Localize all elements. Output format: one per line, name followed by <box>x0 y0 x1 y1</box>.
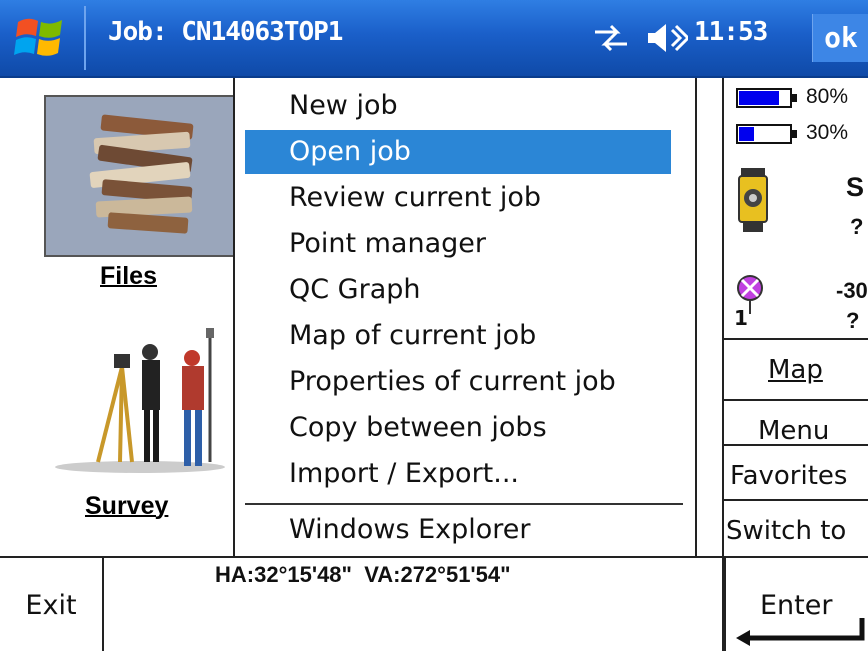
battery-2-level: 30% <box>806 121 849 144</box>
windows-start-icon[interactable] <box>14 14 66 62</box>
menu-item-label: Copy between jobs <box>289 412 547 443</box>
battery-2-icon[interactable] <box>736 124 798 144</box>
menu-item-label: New job <box>289 90 398 121</box>
survey-label[interactable]: Survey <box>85 492 168 521</box>
menu-item-label: Point manager <box>289 228 486 259</box>
files-tile[interactable] <box>44 95 236 257</box>
instrument-status-value: ? <box>850 214 864 239</box>
angle-readout: HA:32°15'48" VA:272°51'54" <box>215 562 511 587</box>
menu-item-label: Import / Export... <box>289 458 520 489</box>
map-button[interactable]: Map <box>724 338 868 399</box>
exit-button[interactable]: Exit <box>0 558 104 651</box>
menu-button-label: Menu <box>758 416 830 446</box>
menu-item-properties-of-current-job[interactable]: Properties of current job <box>245 360 671 404</box>
files-stack-icon <box>89 114 194 234</box>
menu-item-label: Review current job <box>289 182 542 213</box>
gps-value: -30 <box>836 278 868 303</box>
files-label[interactable]: Files <box>100 262 157 291</box>
satellite-count: 1 <box>734 306 748 330</box>
enter-button-label: Enter <box>760 590 833 621</box>
menu-item-import-export[interactable]: Import / Export... <box>245 452 671 496</box>
map-button-label: Map <box>768 355 823 385</box>
favorites-button[interactable]: Favorites <box>724 444 868 505</box>
menu-item-map-of-current-job[interactable]: Map of current job <box>245 314 671 358</box>
gps-sub-value: ? <box>846 308 860 333</box>
favorites-button-label: Favorites <box>730 461 848 491</box>
ok-button[interactable]: ok <box>812 14 868 62</box>
menu-item-point-manager[interactable]: Point manager <box>245 222 671 266</box>
total-station-icon[interactable] <box>735 164 771 236</box>
enter-return-icon <box>736 618 865 646</box>
menu-item-label: Open job <box>289 136 411 167</box>
menu-item-windows-explorer[interactable]: Windows Explorer <box>245 508 671 552</box>
menu-item-label: Map of current job <box>289 320 537 351</box>
connectivity-icon[interactable] <box>591 24 631 52</box>
menu-item-label: Properties of current job <box>289 366 616 397</box>
menu-item-label: Windows Explorer <box>289 514 531 545</box>
menu-item-open-job[interactable]: Open job <box>245 130 671 174</box>
survey-crew-icon[interactable] <box>50 322 230 482</box>
menu-item-label: QC Graph <box>289 274 421 305</box>
instrument-status-letter: S <box>846 172 865 202</box>
title-bar: Job: CN14063TOP1 11:53 ok <box>0 0 868 78</box>
battery-1-icon[interactable] <box>736 88 798 108</box>
menu-item-copy-between-jobs[interactable]: Copy between jobs <box>245 406 671 450</box>
menu-item-review-current-job[interactable]: Review current job <box>245 176 671 220</box>
speaker-icon[interactable] <box>644 20 688 56</box>
files-menu: New job Open job Review current job Poin… <box>233 78 697 556</box>
menu-item-qc-graph[interactable]: QC Graph <box>245 268 671 312</box>
menu-separator <box>245 503 683 505</box>
clock: 11:53 <box>694 17 768 47</box>
title-separator <box>84 6 86 70</box>
menu-item-new-job[interactable]: New job <box>245 84 671 128</box>
window-title: Job: CN14063TOP1 <box>108 17 343 47</box>
switch-to-button-label: Switch to <box>726 516 847 546</box>
switch-to-button[interactable]: Switch to <box>724 499 868 558</box>
enter-button[interactable]: Enter <box>724 558 868 651</box>
battery-1-level: 80% <box>806 85 849 108</box>
